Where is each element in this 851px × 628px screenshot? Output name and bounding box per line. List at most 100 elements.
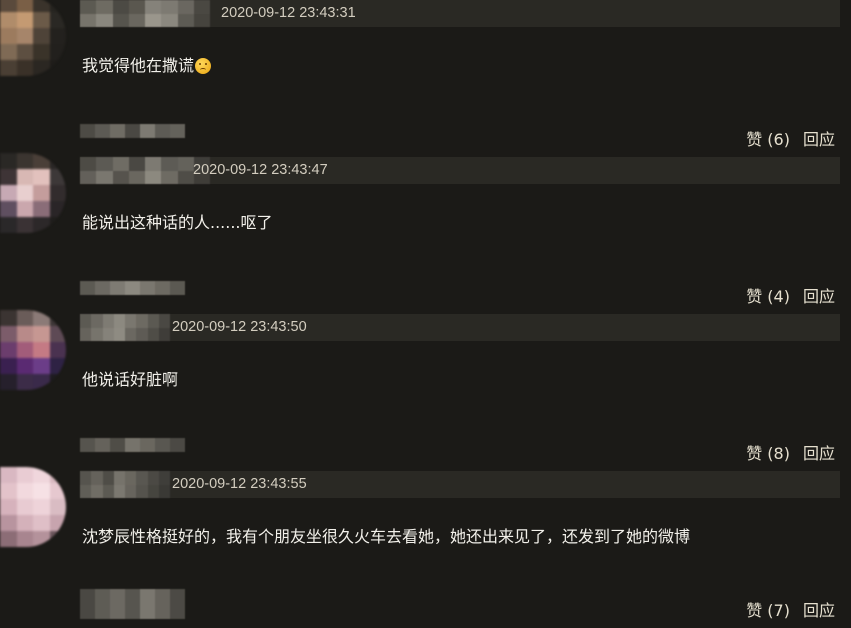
mosaic-cell [112, 157, 129, 171]
mosaic-cell [170, 438, 185, 452]
mosaic-cell [49, 0, 66, 12]
comment-actions: 赞 (4) 回应 [746, 283, 835, 307]
mosaic-cell [140, 281, 155, 295]
mosaic-cell [0, 310, 17, 326]
mosaic-cell [147, 471, 159, 485]
mosaic-cell [33, 185, 50, 201]
confused-face-icon [195, 58, 212, 74]
mosaic-cell [161, 170, 178, 184]
username-blurred[interactable] [80, 471, 170, 498]
mosaic-cell [16, 499, 33, 515]
comment-actions: 赞 (6) 回应 [746, 126, 835, 150]
mosaic-cell [80, 471, 92, 485]
mosaic-cell [33, 44, 50, 60]
mosaic-cell [0, 342, 17, 358]
mosaic-cell [110, 281, 125, 295]
mosaic-cell [96, 157, 113, 171]
mosaic-cell [96, 0, 113, 14]
mosaic-cell [33, 12, 50, 28]
reply-button[interactable]: 回应 [803, 601, 835, 620]
avatar[interactable] [0, 467, 66, 547]
mosaic-cell [33, 0, 50, 12]
mosaic-cell [33, 499, 50, 515]
comment-text: 沈梦辰性格挺好的，我有个朋友坐很久火车去看她，她还出来见了，还发到了她的微博 [82, 523, 690, 547]
mosaic-cell [49, 217, 66, 233]
mosaic-cell [110, 438, 125, 452]
comment-text: 能说出这种话的人......呕了 [82, 209, 273, 233]
comment-text: 他说话好脏啊 [82, 366, 178, 390]
mosaic-cell [147, 314, 159, 328]
reply-button[interactable]: 回应 [803, 130, 835, 149]
mosaic-cell [33, 169, 50, 185]
mosaic-cell [155, 281, 170, 295]
mosaic-cell [158, 471, 170, 485]
username-blurred[interactable] [80, 314, 170, 341]
username-blurred[interactable] [80, 157, 210, 184]
mosaic-cell [0, 153, 17, 169]
mosaic-cell [91, 484, 103, 498]
mosaic-cell [33, 28, 50, 44]
mosaic-cell [110, 124, 125, 138]
comment-timestamp: 2020-09-12 23:43:50 [172, 319, 307, 335]
mosaic-cell [49, 12, 66, 28]
mosaic-cell [16, 217, 33, 233]
mosaic-cell [125, 589, 140, 619]
mosaic-cell [49, 531, 66, 547]
mosaic-cell [161, 0, 178, 14]
mosaic-cell [95, 281, 110, 295]
comment-text-content: 能说出这种话的人......呕了 [82, 213, 273, 232]
mosaic-cell [136, 314, 148, 328]
mosaic-cell [80, 438, 95, 452]
mosaic-cell [33, 374, 50, 390]
comment-text-content: 沈梦辰性格挺好的，我有个朋友坐很久火车去看她，她还出来见了，还发到了她的微博 [82, 527, 691, 546]
comment-timestamp: 2020-09-12 23:43:55 [172, 476, 307, 492]
username-blurred[interactable] [80, 0, 210, 27]
mosaic-cell [33, 483, 50, 499]
mosaic-cell [140, 124, 155, 138]
mosaic-cell [0, 483, 17, 499]
mosaic-cell [80, 314, 92, 328]
avatar[interactable] [0, 310, 66, 390]
mosaic-cell [128, 0, 145, 14]
mosaic-cell [0, 0, 17, 12]
mosaic-cell [136, 327, 148, 341]
comment-header: 2020-09-12 23:43:55 [80, 471, 840, 498]
mosaic-cell [49, 185, 66, 201]
mosaic-cell [147, 327, 159, 341]
mosaic-cell [113, 484, 125, 498]
mosaic-cell [145, 157, 162, 171]
mosaic-cell [33, 531, 50, 547]
reply-button[interactable]: 回应 [803, 287, 835, 306]
avatar[interactable] [0, 153, 66, 233]
avatar[interactable] [0, 0, 66, 76]
mosaic-cell [16, 358, 33, 374]
reply-button[interactable]: 回应 [803, 444, 835, 463]
mosaic-cell [96, 170, 113, 184]
mosaic-cell [0, 531, 17, 547]
mosaic-cell [33, 515, 50, 531]
mosaic-cell [193, 0, 210, 14]
comment-actions: 赞 (8) 回应 [746, 440, 835, 464]
mosaic-cell [16, 467, 33, 483]
mosaic-cell [49, 499, 66, 515]
mosaic-cell [91, 327, 103, 341]
next-username-blurred [80, 589, 185, 619]
mosaic-cell [0, 185, 17, 201]
mosaic-cell [33, 60, 50, 76]
mosaic-cell [0, 467, 17, 483]
mosaic-cell [140, 438, 155, 452]
mosaic-cell [0, 60, 17, 76]
mosaic-cell [125, 484, 137, 498]
mosaic-cell [95, 438, 110, 452]
mosaic-cell [16, 153, 33, 169]
like-button[interactable]: 赞 (4) [746, 287, 790, 306]
like-button[interactable]: 赞 (8) [746, 444, 790, 463]
next-username-blurred [80, 124, 185, 138]
like-button[interactable]: 赞 (7) [746, 601, 790, 620]
mosaic-cell [16, 531, 33, 547]
mosaic-cell [0, 326, 17, 342]
mosaic-cell [112, 0, 129, 14]
mosaic-cell [145, 170, 162, 184]
like-button[interactable]: 赞 (6) [746, 130, 790, 149]
mosaic-cell [155, 589, 170, 619]
